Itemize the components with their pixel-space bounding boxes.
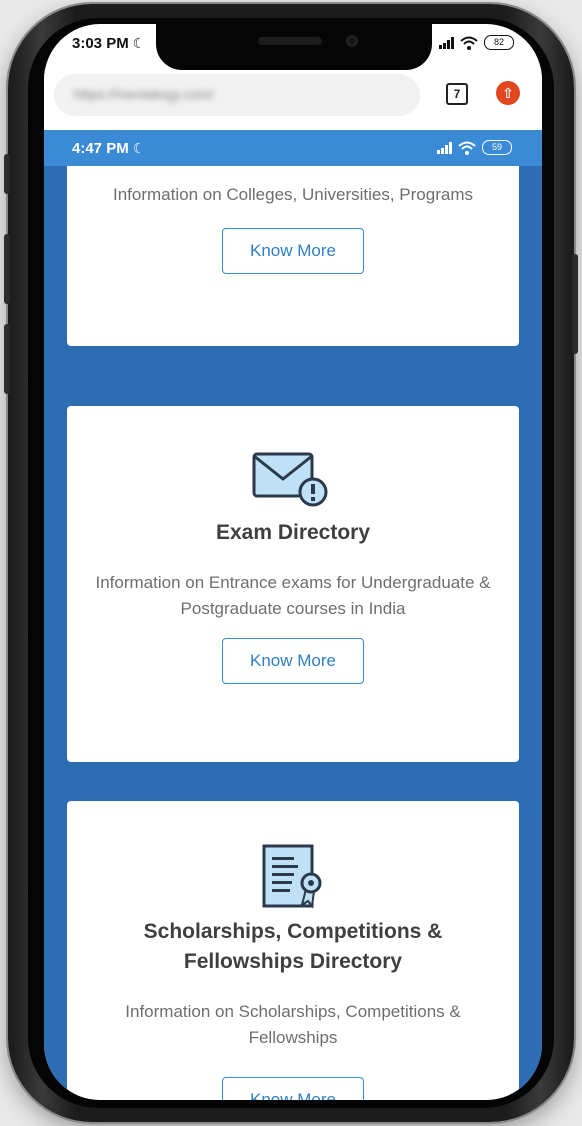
- directory-list[interactable]: Information on Colleges, Universities, P…: [44, 166, 542, 1100]
- signal-icon: [439, 36, 454, 49]
- battery-icon: 82: [484, 35, 514, 50]
- outer-clock: 3:03 PM ☾: [72, 35, 145, 52]
- card-title: Exam Directory: [215, 521, 371, 544]
- card-description: Information on Entrance exams for Underg…: [95, 573, 491, 618]
- speaker-grille: [258, 37, 322, 45]
- inner-status-bar: 4:47 PM ☾ 59: [44, 130, 542, 166]
- browser-toolbar: https://mentalogy.com/ 7 ⇧: [44, 68, 542, 130]
- upload-icon[interactable]: ⇧: [496, 81, 520, 105]
- front-camera: [346, 35, 358, 47]
- card-title: Scholarships, Competitions & Fellowships…: [143, 920, 443, 973]
- know-more-button[interactable]: Know More: [222, 228, 364, 274]
- outer-time-text: 3:03 PM: [72, 35, 129, 52]
- volume-up-button: [4, 234, 10, 304]
- know-more-button[interactable]: Know More: [222, 1077, 364, 1100]
- moon-icon: ☾: [132, 35, 146, 51]
- url-text: https://mentalogy.com/: [74, 86, 214, 102]
- inner-clock: 4:47 PM ☾: [72, 140, 145, 157]
- card-description: Information on Scholarships, Competition…: [125, 1002, 461, 1047]
- power-button: [572, 254, 578, 354]
- volume-down-button: [4, 324, 10, 394]
- notch: [156, 24, 432, 70]
- signal-icon: [437, 141, 452, 154]
- wifi-icon: [458, 141, 476, 155]
- card-description: Information on Colleges, Universities, P…: [113, 185, 473, 204]
- battery-icon: 59: [482, 140, 512, 155]
- inner-time-text: 4:47 PM: [72, 140, 129, 157]
- envelope-alert-icon: [252, 452, 328, 507]
- address-bar[interactable]: https://mentalogy.com/: [54, 74, 420, 116]
- tab-switcher-button[interactable]: 7: [446, 83, 468, 105]
- wifi-icon: [460, 36, 478, 50]
- certificate-icon: [262, 844, 322, 909]
- know-more-button[interactable]: Know More: [222, 638, 364, 684]
- scholarships-directory-card: Scholarships, Competitions & Fellowships…: [67, 801, 519, 1100]
- outer-status-icons: 82: [439, 35, 514, 50]
- exam-directory-card: Exam Directory Information on Entrance e…: [67, 406, 519, 762]
- moon-icon: ☾: [132, 140, 146, 156]
- phone-screen: 3:03 PM ☾ 82 https://mentalogy.com/ 7 ⇧ 4…: [44, 24, 542, 1100]
- mute-switch: [4, 154, 10, 194]
- college-directory-card: Information on Colleges, Universities, P…: [67, 166, 519, 346]
- inner-status-icons: 59: [437, 140, 512, 155]
